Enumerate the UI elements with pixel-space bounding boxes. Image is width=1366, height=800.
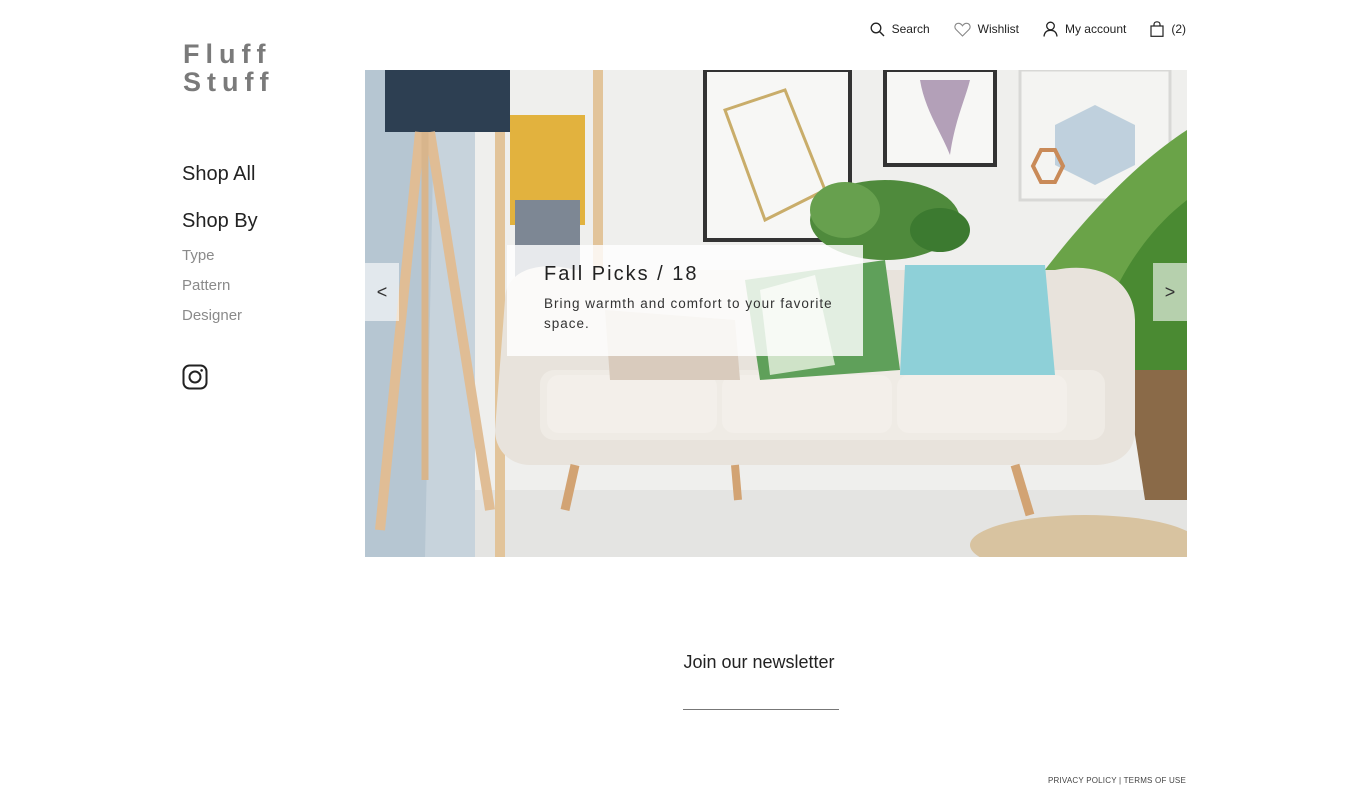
hero-carousel: Fall Picks / 18 Bring warmth and comfort…	[365, 70, 1187, 557]
newsletter-title: Join our newsletter	[683, 652, 835, 672]
carousel-prev-button[interactable]: <	[365, 263, 399, 321]
nav-shop-all[interactable]: Shop All	[182, 163, 255, 186]
footer-links: PRIVACY POLICY | TERMS OF USE	[1048, 776, 1186, 785]
search-icon	[870, 22, 885, 36]
footer-separator: |	[1119, 776, 1122, 785]
hero-title: Fall Picks / 18	[544, 263, 699, 285]
nav-item-pattern[interactable]: Pattern	[182, 276, 242, 306]
nav-shop-by-heading: Shop By	[182, 210, 258, 232]
newsletter-email-input[interactable]	[683, 690, 839, 710]
brand-line-2: Stuff	[183, 67, 275, 97]
instagram-icon[interactable]	[182, 364, 208, 390]
nav-item-type[interactable]: Type	[182, 246, 242, 276]
top-utility-bar: Search Wishlist My account (2)	[870, 18, 1186, 40]
search-link[interactable]: Search	[870, 22, 930, 37]
heart-icon	[954, 22, 971, 37]
cart-link[interactable]: (2)	[1150, 21, 1186, 37]
account-label: My account	[1064, 22, 1127, 36]
hero-caption: Fall Picks / 18 Bring warmth and comfort…	[507, 245, 863, 356]
terms-of-use-link[interactable]: TERMS OF USE	[1124, 776, 1186, 785]
search-label: Search	[891, 22, 930, 36]
shop-by-list: Type Pattern Designer	[182, 246, 242, 336]
privacy-policy-link[interactable]: PRIVACY POLICY	[1048, 776, 1117, 785]
user-icon	[1043, 21, 1058, 37]
brand-line-1: Fluff	[183, 39, 272, 69]
wishlist-link[interactable]: Wishlist	[954, 22, 1019, 37]
brand-logo[interactable]: Fluff Stuff	[183, 40, 274, 96]
cart-count: (2)	[1171, 22, 1186, 36]
wishlist-label: Wishlist	[977, 22, 1019, 36]
hero-subtitle: Bring warmth and comfort to your favorit…	[544, 296, 833, 331]
shopping-bag-icon	[1150, 21, 1164, 37]
nav-item-designer[interactable]: Designer	[182, 306, 242, 336]
account-link[interactable]: My account	[1043, 21, 1126, 37]
carousel-next-button[interactable]: >	[1153, 263, 1187, 321]
